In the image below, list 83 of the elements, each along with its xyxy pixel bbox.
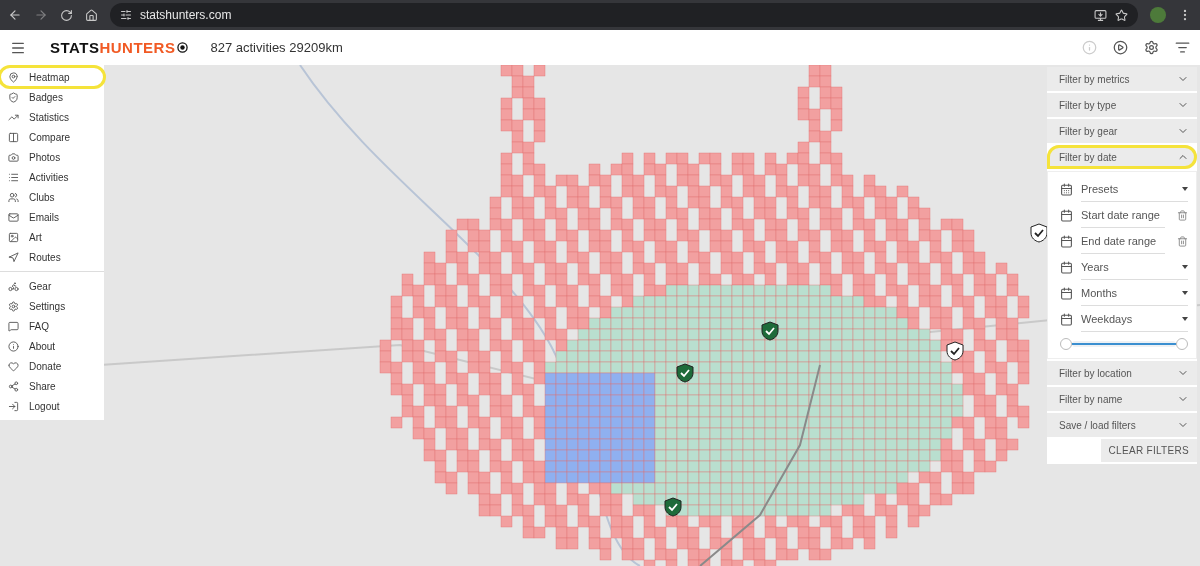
dropdown-arrow-icon <box>1182 186 1188 191</box>
site-settings-icon[interactable] <box>120 9 132 21</box>
menu-item[interactable]: Donate <box>0 356 104 376</box>
filter-section-header[interactable]: Filter by gear <box>1047 119 1197 143</box>
menu-item[interactable]: Statistics <box>0 107 104 127</box>
columns-icon <box>8 131 19 143</box>
heart-icon <box>8 360 19 372</box>
slider-thumb[interactable] <box>1060 338 1072 350</box>
filter-section-header[interactable]: Filter by name <box>1047 387 1197 411</box>
calendar-icon <box>1060 312 1073 326</box>
date-field[interactable]: End date range <box>1081 228 1165 254</box>
navigation-icon <box>8 251 19 263</box>
list-icon <box>8 171 19 183</box>
camera-icon <box>8 151 19 163</box>
filter-section-header[interactable]: Filter by type <box>1047 93 1197 117</box>
menu-item[interactable]: Photos <box>0 147 104 167</box>
menu-item[interactable]: FAQ <box>0 316 104 336</box>
select-field[interactable]: Years <box>1081 254 1188 280</box>
menu-item[interactable]: About <box>0 336 104 356</box>
play-icon[interactable] <box>1113 40 1128 55</box>
calendar-icon <box>1060 286 1073 300</box>
menu-item[interactable]: Activities <box>0 167 104 187</box>
calendar-icon <box>1060 260 1073 274</box>
menu-item[interactable]: Emails <box>0 207 104 227</box>
info-icon <box>8 340 19 352</box>
select-field[interactable]: Weekdays <box>1081 306 1188 332</box>
menu-item[interactable]: Routes <box>0 247 104 267</box>
slider-thumb[interactable] <box>1176 338 1188 350</box>
shield-check-icon[interactable] <box>664 497 682 517</box>
bike-icon <box>8 280 19 292</box>
chat-icon <box>8 320 19 332</box>
filter-section-header[interactable]: Filter by location <box>1047 361 1197 385</box>
settings-icon <box>8 300 19 312</box>
shield-check-icon[interactable] <box>761 321 779 341</box>
people-icon <box>8 191 19 203</box>
forward-icon[interactable] <box>34 8 48 22</box>
url-text: statshunters.com <box>140 8 232 22</box>
logout-icon <box>8 400 19 412</box>
bookmark-icon[interactable] <box>1115 8 1128 22</box>
calendar-icon <box>1060 208 1073 222</box>
shield-check-icon[interactable] <box>1030 223 1048 243</box>
home-icon[interactable] <box>85 8 98 22</box>
menu-item[interactable]: Logout <box>0 396 104 416</box>
settings-icon[interactable] <box>1144 40 1159 55</box>
trash-icon[interactable] <box>1177 235 1188 247</box>
mail-icon <box>8 211 19 223</box>
calendar-icon <box>1060 234 1073 248</box>
dropdown-arrow-icon <box>1182 290 1188 295</box>
share-icon <box>8 380 19 392</box>
trash-icon[interactable] <box>1177 209 1188 221</box>
target-logo-icon <box>177 42 189 53</box>
select-field[interactable]: Months <box>1081 280 1188 306</box>
select-field[interactable]: Presets <box>1081 176 1188 202</box>
date-field[interactable]: Start date range <box>1081 202 1165 228</box>
shield-check-icon <box>8 91 19 103</box>
menu-item[interactable]: Heatmap <box>0 67 104 87</box>
map-pin-icon <box>8 71 19 83</box>
back-icon[interactable] <box>8 8 22 22</box>
shield-check-icon[interactable] <box>676 363 694 383</box>
address-bar[interactable]: statshunters.com <box>110 3 1138 27</box>
menu-item[interactable]: Badges <box>0 87 104 107</box>
filter-section-header[interactable]: Filter by date <box>1047 145 1197 169</box>
menu-item[interactable]: Compare <box>0 127 104 147</box>
menu-item[interactable]: Settings <box>0 296 104 316</box>
logo-text-accent: HUNTERS <box>99 39 176 56</box>
logo-text: STATS <box>50 39 100 56</box>
menu-item[interactable]: Share <box>0 376 104 396</box>
image-icon <box>8 231 19 243</box>
menu-item[interactable]: Gear <box>0 276 104 296</box>
filter-section-header[interactable]: Filter by metrics <box>1047 67 1197 91</box>
filter-section-header[interactable]: Save / load filters <box>1047 413 1197 437</box>
install-icon[interactable] <box>1094 8 1107 22</box>
menu-item[interactable]: Art <box>0 227 104 247</box>
calendar-icon <box>1060 182 1073 196</box>
dropdown-arrow-icon <box>1182 264 1188 269</box>
shield-check-icon[interactable] <box>946 341 964 361</box>
filter-icon[interactable] <box>1175 40 1190 55</box>
clear-filters-button[interactable]: CLEAR FILTERS <box>1100 439 1197 462</box>
menu-item[interactable]: Clubs <box>0 187 104 207</box>
reload-icon[interactable] <box>60 8 73 22</box>
dropdown-arrow-icon <box>1182 316 1188 321</box>
activity-summary: 827 activities 29209km <box>210 40 343 55</box>
profile-avatar[interactable] <box>1150 7 1166 23</box>
